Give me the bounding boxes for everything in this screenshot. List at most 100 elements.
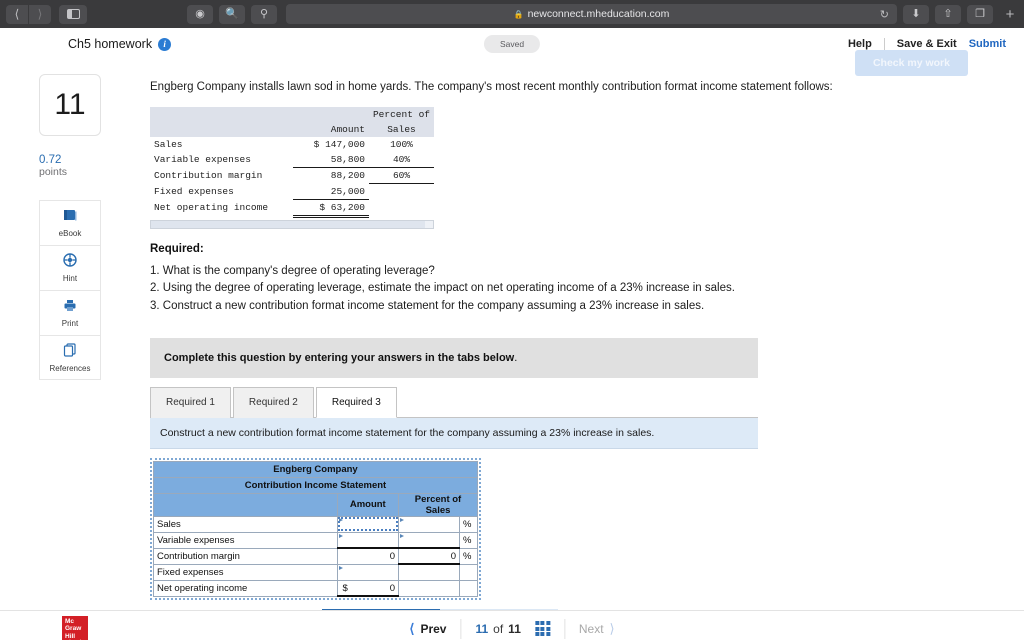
percent-header-line2: Sales	[368, 122, 434, 137]
scrollbar-thumb[interactable]	[151, 220, 425, 228]
horizontal-scrollbar[interactable]	[150, 219, 434, 229]
table-row: Fixed expenses 25,000	[150, 183, 434, 200]
tab-required-1[interactable]: Required 1	[150, 386, 231, 418]
sidebar-item-label: eBook	[58, 228, 82, 238]
prev-button[interactable]: ⟨ Prev	[395, 618, 460, 640]
hint-icon	[63, 253, 77, 271]
row-label-fixed-expenses: Fixed expenses	[153, 563, 338, 581]
help-link[interactable]: Help	[848, 38, 872, 50]
page-body: 11 0.72 points eBook Hint Print Referenc…	[0, 50, 1024, 637]
question-main: Check my work Engberg Company installs l…	[140, 50, 1024, 637]
net-operating-income-amount: $0	[336, 579, 400, 598]
back-arrow-icon[interactable]: ⟨	[6, 4, 28, 24]
row-label: Contribution margin	[154, 170, 263, 181]
current-page: 11	[475, 621, 489, 636]
amount-column-header: Amount	[336, 492, 400, 517]
variable-expenses-amount-input[interactable]	[336, 531, 400, 549]
answer-table: Engberg Company Contribution Income Stat…	[153, 460, 478, 598]
row-label-variable-expenses: Variable expenses	[153, 531, 338, 549]
points-value: 0.72	[39, 154, 62, 166]
next-button[interactable]: Next ⟩	[565, 618, 629, 640]
table-row: Net operating income $0	[153, 579, 478, 598]
sidebar-toggle-icon[interactable]	[59, 4, 87, 24]
extension-icon[interactable]: ⚲	[251, 4, 277, 24]
fixed-expenses-amount-input[interactable]	[336, 563, 400, 581]
forward-arrow-icon[interactable]: ⟩	[29, 4, 51, 24]
download-icon[interactable]: ⬇	[903, 4, 929, 24]
search-icon[interactable]: 🔍	[219, 4, 245, 24]
sidebar-item-label: Hint	[62, 274, 78, 283]
save-and-exit-link[interactable]: Save & Exit	[897, 38, 957, 50]
points-display: 0.72 points	[39, 154, 101, 178]
table-row: Contribution Income Statement	[153, 476, 478, 494]
sidebar-item-references[interactable]: References	[39, 335, 101, 380]
tabs-icon[interactable]: ❐	[967, 4, 993, 24]
row-label-net-operating-income: Net operating income	[153, 579, 338, 597]
row-label: Sales	[154, 139, 183, 150]
contribution-margin-percent: 0	[398, 547, 461, 566]
browser-toolbar: ⟨ ⟩ ◉ 🔍 ⚲ 🔒 newconnect.mheducation.com ↻…	[0, 0, 1024, 28]
amount-header: Amount	[292, 122, 369, 137]
spacer-cell	[150, 122, 293, 137]
grid-view-icon[interactable]	[534, 621, 550, 636]
answer-table-subtitle: Contribution Income Statement	[153, 476, 478, 494]
reload-icon[interactable]: ↻	[880, 8, 889, 21]
sidebar-item-print[interactable]: Print	[39, 290, 101, 335]
tool-stack: eBook Hint Print References	[39, 200, 101, 380]
row-label-contribution-margin: Contribution margin	[153, 547, 338, 565]
required-tabs: Required 1 Required 2 Required 3	[150, 386, 758, 418]
row-percent	[369, 184, 434, 200]
empty-cell	[398, 579, 461, 597]
instruction-period: .	[514, 351, 518, 364]
answer-table-title: Engberg Company	[153, 460, 478, 478]
required-item: 2. Using the degree of operating leverag…	[150, 282, 735, 295]
row-percent: 40%	[368, 152, 434, 168]
total-pages: 11	[508, 621, 521, 636]
row-label: Net operating income	[154, 202, 269, 213]
sidebar-item-ebook[interactable]: eBook	[39, 200, 101, 245]
sales-percent-input[interactable]	[398, 515, 461, 533]
row-amount: 25,000	[292, 183, 369, 200]
spacer-cell	[153, 492, 338, 517]
print-icon	[63, 299, 77, 316]
instruction-text: Complete this question by entering your …	[164, 351, 515, 364]
required-item: 3. Construct a new contribution format i…	[150, 300, 705, 313]
new-tab-button[interactable]: +	[1002, 6, 1018, 23]
sales-amount-input[interactable]	[336, 515, 400, 533]
page-footer: Mc Graw Hill Education ⟨ Prev 11 of 11 N…	[0, 610, 1024, 640]
dollar-symbol: $	[342, 582, 348, 594]
divider	[883, 37, 885, 51]
row-label-sales: Sales	[153, 515, 338, 533]
row-amount: $ 147,000	[313, 139, 365, 150]
required-heading: Required:	[150, 242, 204, 255]
table-row: Contribution margin 88,200 60%	[150, 167, 434, 184]
next-label: Next	[578, 621, 604, 636]
references-icon	[63, 342, 77, 361]
tab-required-2[interactable]: Required 2	[232, 386, 314, 418]
browser-tool-group: ◉ 🔍 ⚲	[187, 4, 280, 24]
variable-expenses-percent-input[interactable]	[398, 531, 461, 549]
sidebar-item-label: References	[49, 363, 91, 373]
address-bar[interactable]: 🔒 newconnect.mheducation.com ↻	[286, 4, 897, 24]
table-row: Variable expenses 58,800 40%	[150, 152, 434, 168]
row-percent: 100%	[390, 139, 413, 150]
header-actions: Help Save & Exit Submit	[848, 37, 1006, 51]
page-counter: 11 of 11	[461, 618, 563, 640]
prev-label: Prev	[420, 621, 447, 636]
shield-icon[interactable]: ◉	[187, 4, 213, 24]
row-percent: 60%	[368, 167, 434, 184]
answer-grid-wrapper: Engberg Company Contribution Income Stat…	[150, 457, 481, 601]
info-icon[interactable]: i	[158, 37, 172, 51]
table-header-row: Amount Percent of Sales	[153, 492, 478, 517]
empty-cell	[398, 563, 461, 581]
row-amount: $ 63,200	[292, 199, 369, 218]
percent-symbol: %	[459, 547, 478, 565]
table-row: Contribution margin 0 0 %	[153, 547, 478, 566]
submit-link[interactable]: Submit	[969, 38, 1006, 50]
tab-required-3[interactable]: Required 3	[315, 386, 397, 418]
check-my-work-button[interactable]: Check my work	[854, 50, 968, 76]
row-percent	[369, 199, 434, 216]
browser-right-tools: ⬇ ⇧ ❐	[903, 4, 996, 24]
sidebar-item-hint[interactable]: Hint	[39, 245, 101, 290]
share-icon[interactable]: ⇧	[935, 4, 961, 24]
